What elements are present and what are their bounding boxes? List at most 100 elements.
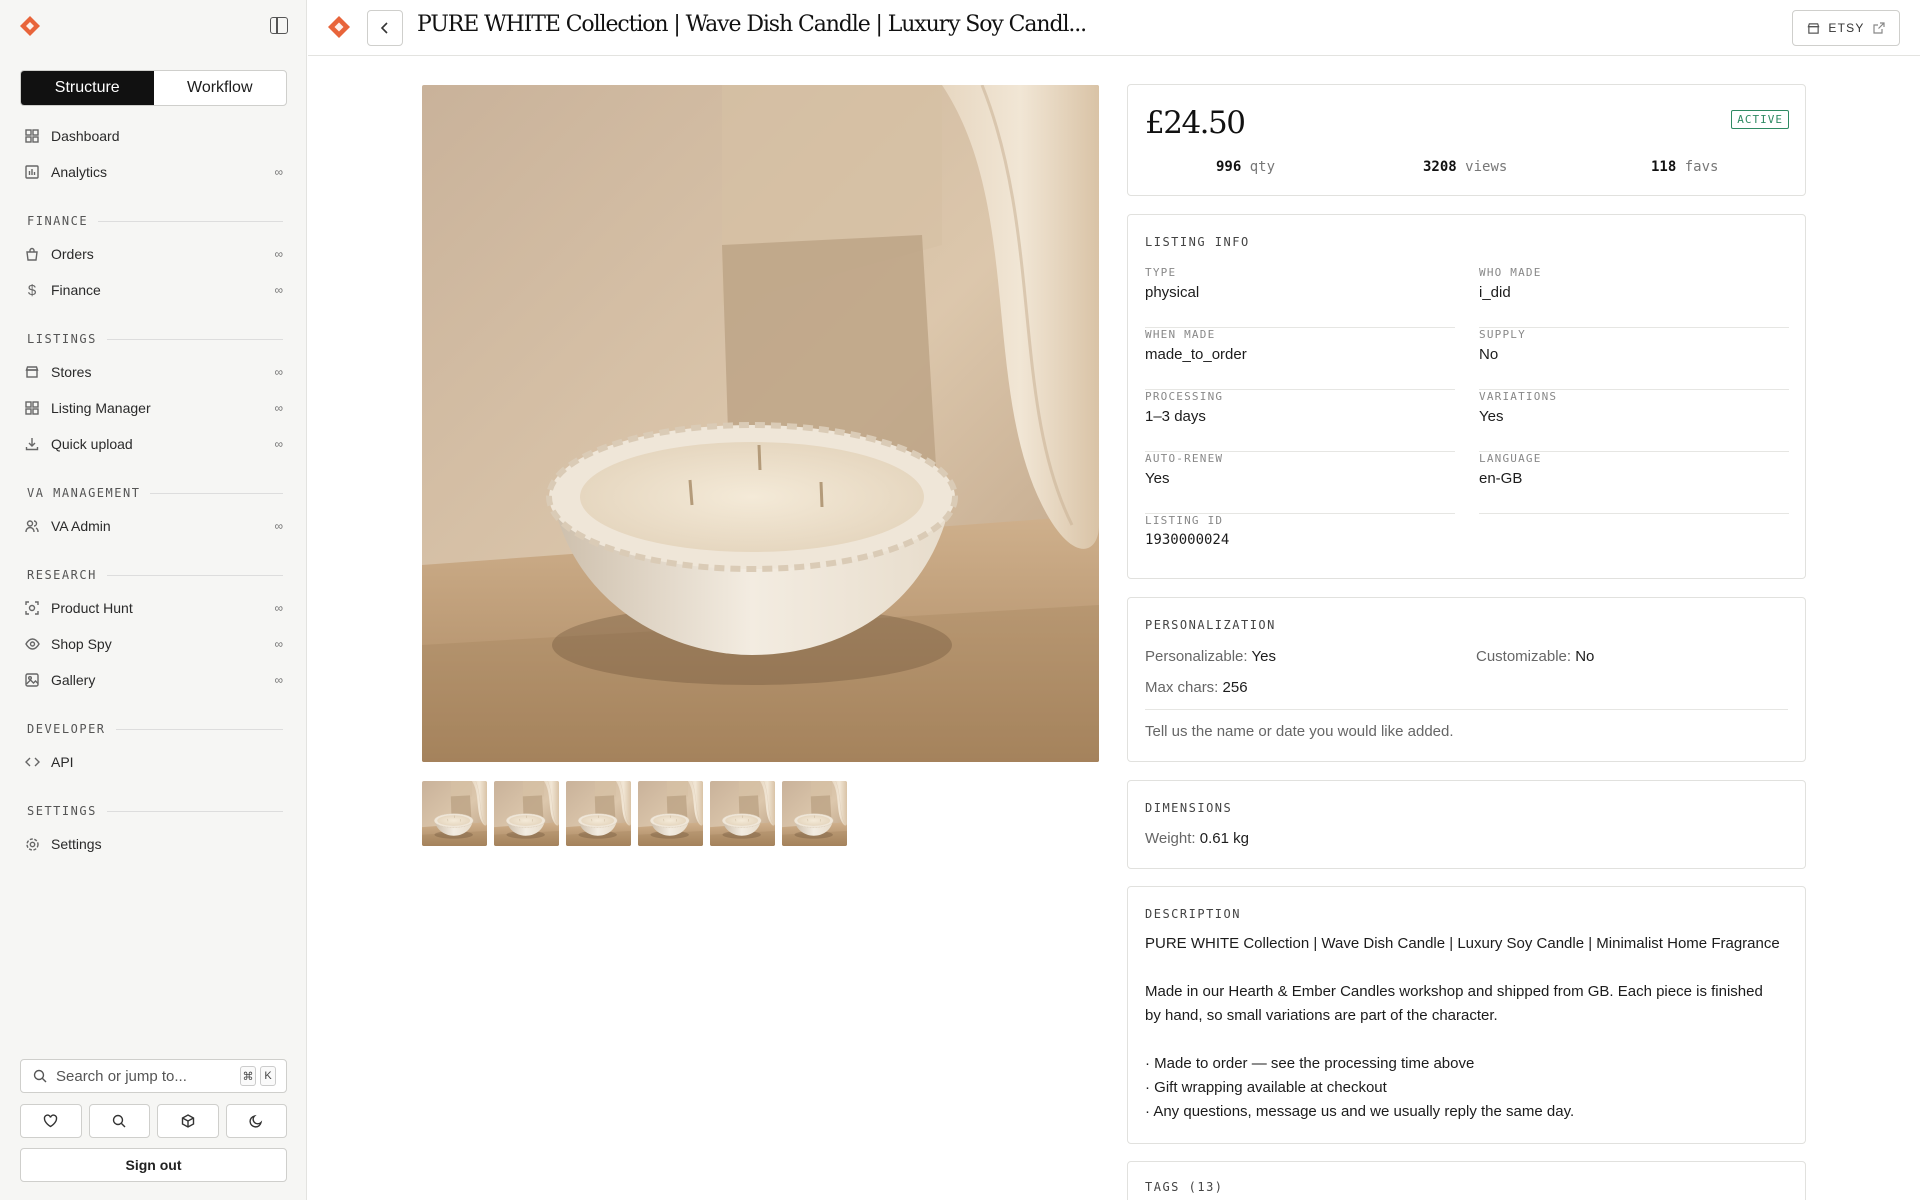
infinity-badge: ∞ [274, 401, 283, 415]
card-title: LISTING INFO [1145, 235, 1250, 249]
page-title: PURE WHITE Collection | Wave Dish Candle… [417, 12, 1087, 37]
product-main-image[interactable] [422, 85, 1099, 762]
sidebar-item-label: Dashboard [51, 128, 120, 144]
sidebar-item-label: Shop Spy [51, 636, 112, 652]
kbd-cmd: ⌘ [240, 1066, 256, 1086]
info-supply: SUPPLY No [1479, 328, 1789, 390]
thumbnail[interactable] [494, 781, 559, 846]
sidebar-item-gallery[interactable]: Gallery ∞ [0, 662, 307, 698]
dimensions-card: DIMENSIONS Weight: 0.61 kg [1127, 780, 1806, 869]
sidebar-item-label: Stores [51, 364, 92, 380]
heart-icon [44, 1114, 58, 1128]
infinity-badge: ∞ [274, 673, 283, 687]
status-badge: ACTIVE [1731, 110, 1789, 129]
sign-out-button[interactable]: Sign out [20, 1148, 287, 1182]
sidebar-nav: Dashboard Analytics ∞ FINANCE Orders ∞ $… [0, 118, 307, 862]
grid-icon [24, 400, 40, 416]
sidebar-item-orders[interactable]: Orders ∞ [0, 236, 307, 272]
infinity-badge: ∞ [274, 519, 283, 533]
search-icon [113, 1114, 126, 1128]
thumbnail[interactable] [566, 781, 631, 846]
sidebar-item-label: Orders [51, 246, 94, 262]
sidebar-item-label: Settings [51, 836, 102, 852]
open-on-etsy-button[interactable]: ETSY [1792, 10, 1900, 46]
sidebar-item-settings[interactable]: Settings [0, 826, 307, 862]
dollar-icon: $ [27, 281, 37, 299]
sidebar-item-finance[interactable]: $ Finance ∞ [0, 272, 307, 308]
sidebar-item-dashboard[interactable]: Dashboard [0, 118, 307, 154]
sidebar-item-stores[interactable]: Stores ∞ [0, 354, 307, 390]
thumbnail[interactable] [782, 781, 847, 846]
gear-icon [24, 836, 40, 852]
search-input[interactable]: Search or jump to... ⌘ K [20, 1059, 287, 1093]
card-title: TAGS (13) [1145, 1180, 1224, 1194]
sidebar-item-label: Analytics [51, 164, 108, 180]
section-heading-finance: FINANCE [0, 190, 307, 236]
personalization-card: PERSONALIZATION Personalizable: Yes Cust… [1127, 597, 1806, 762]
kbd-k: K [260, 1066, 276, 1086]
sidebar-item-analytics[interactable]: Analytics ∞ [0, 154, 307, 190]
package-button[interactable] [157, 1104, 219, 1138]
theme-toggle-button[interactable] [225, 1104, 287, 1138]
bar-chart-icon [24, 164, 40, 180]
sidebar: Structure Workflow Dashboard Analytics ∞… [0, 0, 307, 1200]
tags-card: TAGS (13) [1127, 1161, 1806, 1200]
sidebar-item-label: Product Hunt [51, 600, 133, 616]
image-icon [24, 672, 40, 688]
sidebar-item-shop-spy[interactable]: Shop Spy ∞ [0, 626, 307, 662]
segment-structure[interactable]: Structure [21, 71, 154, 105]
info-processing: PROCESSING 1–3 days [1145, 390, 1455, 452]
thumbnail[interactable] [638, 781, 703, 846]
quick-actions [20, 1104, 287, 1138]
section-heading-settings: SETTINGS [0, 780, 307, 826]
favorites-stat: 118 favs [1651, 159, 1719, 175]
chevron-left-icon [380, 22, 388, 34]
search-button[interactable] [88, 1104, 150, 1138]
favorites-button[interactable] [20, 1104, 82, 1138]
personalization-instructions: Tell us the name or date you would like … [1145, 723, 1454, 740]
infinity-badge: ∞ [274, 283, 283, 297]
search-placeholder: Search or jump to... [56, 1067, 187, 1085]
sidebar-item-product-hunt[interactable]: Product Hunt ∞ [0, 590, 307, 626]
card-title: PERSONALIZATION [1145, 618, 1276, 632]
sidebar-toggle-icon[interactable] [270, 17, 288, 34]
weight-field: Weight: 0.61 kg [1145, 830, 1249, 847]
sidebar-item-va-admin[interactable]: VA Admin ∞ [0, 508, 307, 544]
store-icon [1807, 22, 1820, 34]
sidebar-item-label: Finance [51, 282, 101, 298]
etsy-label: ETSY [1828, 21, 1865, 35]
moon-icon [249, 1114, 263, 1128]
grid-icon [24, 128, 40, 144]
divider [1145, 709, 1788, 710]
max-chars-field: Max chars: 256 [1145, 679, 1248, 696]
price-summary-card: £24.50 ACTIVE 996 qty 3208 views 118 fav… [1127, 84, 1806, 196]
description-card: DESCRIPTION PURE WHITE Collection | Wave… [1127, 886, 1806, 1144]
code-icon [24, 754, 40, 770]
personalizable-field: Personalizable: Yes [1145, 648, 1276, 665]
info-listing-id: LISTING ID 1930000024 [1145, 514, 1230, 548]
brand-logo-icon[interactable] [19, 15, 41, 37]
info-when-made: WHEN MADE made_to_order [1145, 328, 1455, 390]
users-icon [24, 518, 40, 534]
sidebar-item-label: Quick upload [51, 436, 133, 452]
infinity-badge: ∞ [274, 601, 283, 615]
brand-logo-icon[interactable] [327, 15, 351, 39]
cube-icon [181, 1114, 194, 1128]
info-who-made: WHO MADE i_did [1479, 266, 1789, 328]
sidebar-item-label: API [51, 754, 74, 770]
thumbnail[interactable] [422, 781, 487, 846]
thumbnail[interactable] [710, 781, 775, 846]
back-button[interactable] [367, 10, 403, 46]
section-heading-va-management: VA MANAGEMENT [0, 462, 307, 508]
section-heading-listings: LISTINGS [0, 308, 307, 354]
segment-workflow[interactable]: Workflow [154, 71, 287, 105]
listing-info-card: LISTING INFO TYPE physical WHO MADE i_did … [1127, 214, 1806, 579]
sidebar-item-listing-manager[interactable]: Listing Manager ∞ [0, 390, 307, 426]
infinity-badge: ∞ [274, 165, 283, 179]
card-title: DESCRIPTION [1145, 907, 1241, 921]
card-title: DIMENSIONS [1145, 801, 1233, 815]
info-auto-renew: AUTO-RENEW Yes [1145, 452, 1455, 514]
sidebar-item-api[interactable]: API [0, 744, 307, 780]
sidebar-item-quick-upload[interactable]: Quick upload ∞ [0, 426, 307, 462]
quantity-stat: 996 qty [1216, 159, 1276, 175]
